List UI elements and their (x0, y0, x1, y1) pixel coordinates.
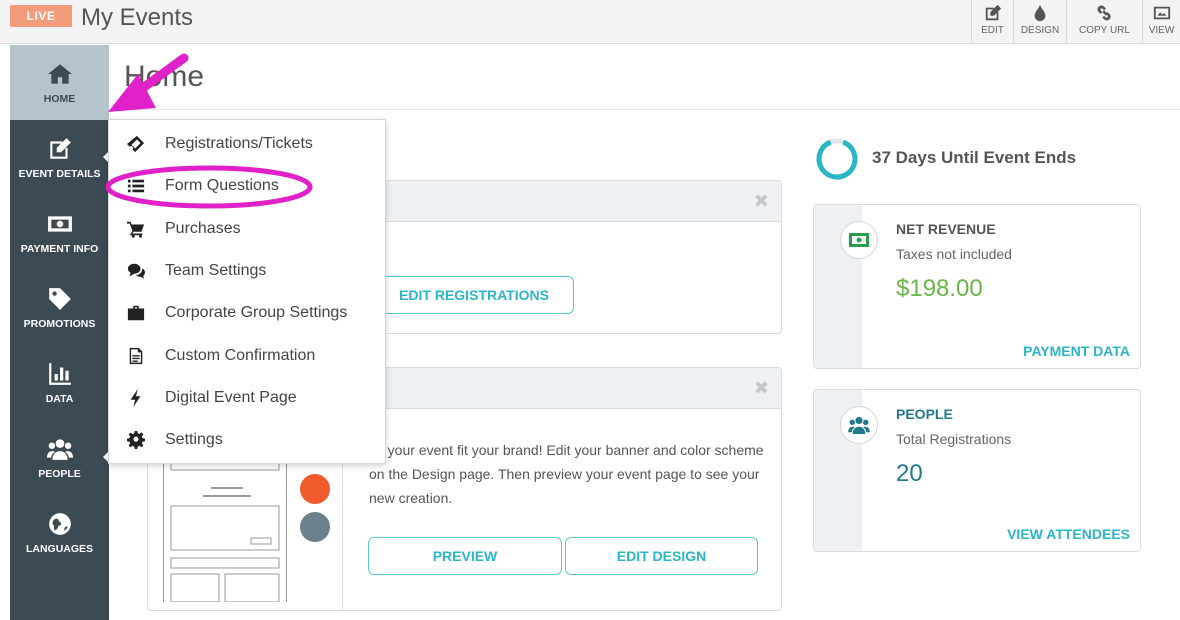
close-icon[interactable]: ✖ (754, 378, 769, 399)
tag-icon (48, 288, 71, 310)
sidebar-item-label: LANGUAGES (25, 543, 94, 555)
image-icon (1153, 6, 1170, 20)
people-sub: Total Registrations (896, 431, 1012, 447)
globe-icon (48, 513, 71, 535)
menu-item-settings[interactable]: Settings (109, 420, 387, 460)
ticket-icon (127, 135, 145, 153)
menu-item-custom-confirmation[interactable]: Custom Confirmation (109, 336, 387, 376)
menu-item-corporate-group[interactable]: Corporate Group Settings (109, 293, 387, 333)
people-value: 20 (896, 460, 923, 487)
edit-label: EDIT (981, 25, 1004, 36)
sidebar-item-label: HOME (43, 93, 76, 105)
sidebar-item-label: PAYMENT INFO (20, 243, 99, 255)
users-icon (840, 406, 878, 444)
link-icon (1096, 5, 1111, 21)
countdown-ring (816, 138, 858, 180)
app-title: My Events (81, 4, 194, 31)
home-icon (47, 64, 72, 84)
people-label: PEOPLE (896, 406, 953, 422)
sidebar-item-people[interactable]: PEOPLE (10, 420, 110, 495)
money-icon (47, 216, 72, 232)
payment-data-link[interactable]: PAYMENT DATA (1023, 343, 1130, 359)
view-attendees-link[interactable]: VIEW ATTENDEES (1007, 526, 1130, 542)
color-swatch-slate (300, 512, 330, 542)
briefcase-icon (127, 305, 145, 321)
close-icon[interactable]: ✖ (754, 191, 769, 212)
sidebar-item-promotions[interactable]: PROMOTIONS (10, 270, 109, 345)
droplet-icon (1034, 4, 1046, 22)
pencil-square-icon (985, 4, 1001, 21)
sidebar-item-label: PROMOTIONS (23, 318, 96, 330)
people-card: PEOPLE Total Registrations 20 VIEW ATTEN… (813, 389, 1141, 552)
menu-item-label: Purchases (165, 220, 241, 237)
edit-design-button[interactable]: EDIT DESIGN (565, 537, 758, 575)
menu-item-label: Digital Event Page (165, 389, 297, 406)
countdown-text: 37 Days Until Event Ends (872, 148, 1077, 167)
design-button[interactable]: DESIGN (1013, 0, 1066, 44)
menu-item-purchases[interactable]: Purchases (109, 209, 387, 249)
edit-registrations-button[interactable]: EDIT REGISTRATIONS (374, 276, 574, 314)
bolt-icon (130, 389, 141, 407)
document-icon (129, 347, 143, 365)
comments-icon (127, 263, 145, 279)
top-bar: LIVE My Events EDIT DESIGN COPY URL VIEW (0, 0, 1180, 44)
edit-button[interactable]: EDIT (971, 0, 1013, 44)
copy-url-label: COPY URL (1079, 25, 1130, 36)
design-label: DESIGN (1020, 25, 1060, 36)
menu-item-digital-event-page[interactable]: Digital Event Page (109, 378, 387, 418)
sidebar-item-languages[interactable]: LANGUAGES (10, 495, 109, 570)
design-description: ke your event fit your brand! Edit your … (369, 442, 764, 506)
users-icon (46, 439, 73, 460)
menu-item-label: Form Questions (165, 177, 279, 194)
money-icon (840, 221, 878, 259)
event-details-dropdown: Registrations/Tickets Form Questions Pur… (108, 119, 386, 464)
net-revenue-sub: Taxes not included (896, 246, 1012, 262)
page-title: Home (124, 60, 205, 93)
net-revenue-label: NET REVENUE (896, 221, 996, 237)
live-badge: LIVE (10, 5, 72, 27)
view-label: VIEW (1148, 25, 1175, 36)
sidebar-item-data[interactable]: DATA (10, 345, 109, 420)
sidebar-item-home[interactable]: HOME (10, 45, 109, 120)
sidebar-item-label: DATA (45, 393, 74, 405)
sidebar-item-payment-info[interactable]: PAYMENT INFO (10, 195, 109, 270)
preview-button[interactable]: PREVIEW (368, 537, 562, 575)
cart-icon (127, 221, 145, 238)
sidebar-item-label: EVENT DETAILS (18, 168, 101, 180)
menu-item-form-questions[interactable]: Form Questions (109, 166, 387, 206)
menu-item-registrations[interactable]: Registrations/Tickets (109, 124, 387, 164)
menu-item-label: Custom Confirmation (165, 347, 316, 364)
menu-item-label: Team Settings (165, 262, 267, 279)
sidebar-item-event-details[interactable]: EVENT DETAILS (10, 120, 110, 195)
color-swatch-orange (300, 474, 330, 504)
sidebar: HOME EVENT DETAILS PAYMENT INFO PROMOTIO… (10, 45, 110, 620)
copy-url-button[interactable]: COPY URL (1066, 0, 1142, 44)
menu-item-label: Corporate Group Settings (165, 304, 348, 321)
menu-item-label: Settings (165, 431, 223, 448)
bar-chart-icon (48, 363, 71, 385)
net-revenue-card: NET REVENUE Taxes not included $198.00 P… (813, 204, 1141, 369)
cog-icon (127, 431, 145, 449)
top-actions: EDIT DESIGN COPY URL VIEW (971, 0, 1180, 44)
sidebar-item-label: PEOPLE (38, 468, 81, 480)
edit-icon (49, 138, 71, 159)
menu-item-label: Registrations/Tickets (165, 135, 313, 152)
menu-item-team-settings[interactable]: Team Settings (109, 251, 387, 291)
title-divider (109, 109, 1180, 110)
list-icon (127, 179, 145, 193)
net-revenue-value: $198.00 (896, 275, 983, 302)
view-button[interactable]: VIEW (1142, 0, 1180, 44)
